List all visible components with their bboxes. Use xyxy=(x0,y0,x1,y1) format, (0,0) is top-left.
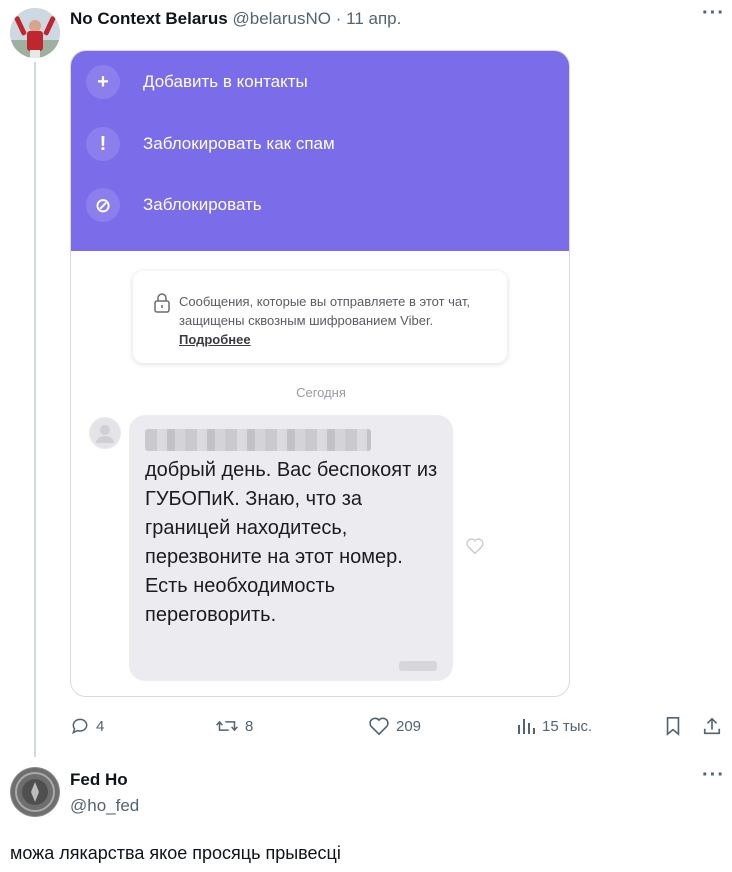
tweet-header: No Context Belarus @belarusNO · 11 апр. xyxy=(70,9,401,29)
repost-icon xyxy=(216,720,238,732)
message-bubble: добрый день. Вас беспокоят из ГУБОПиК. З… xyxy=(129,415,453,681)
view-count: 15 тыс. xyxy=(542,717,593,735)
repost-button[interactable]: 8 xyxy=(215,714,253,738)
exclamation-icon: ! xyxy=(86,127,120,161)
share-button[interactable] xyxy=(702,714,728,738)
author-avatar[interactable] xyxy=(10,8,60,58)
menu-item-label: Заблокировать xyxy=(143,195,262,214)
reply-icon xyxy=(72,718,88,735)
repost-count: 8 xyxy=(245,717,254,735)
like-count: 209 xyxy=(396,717,422,735)
separator-dot: · xyxy=(335,9,342,28)
tweet-media-image[interactable]: + Добавить в контакты ! Заблокировать ка… xyxy=(70,50,570,697)
tweet-date[interactable]: 11 апр. xyxy=(346,9,401,28)
block-icon: ⊘ xyxy=(86,188,120,222)
date-divider: Сегодня xyxy=(296,385,346,400)
blurred-sender-name xyxy=(145,429,371,451)
more-horizontal-icon[interactable]: ··· xyxy=(702,764,725,787)
reply-author-avatar[interactable] xyxy=(10,767,60,817)
share-icon xyxy=(703,717,721,735)
encryption-text-body: Сообщения, которые вы отправляете в этот… xyxy=(179,294,470,328)
reply-author-name[interactable]: Fed Ho xyxy=(70,770,128,790)
person-icon xyxy=(96,425,114,443)
encryption-notice: Сообщения, которые вы отправляете в этот… xyxy=(133,271,507,363)
author-name[interactable]: No Context Belarus xyxy=(70,9,228,28)
plus-icon: + xyxy=(86,65,120,99)
views-button[interactable]: 15 тыс. xyxy=(516,714,592,738)
menu-item-block: ⊘ Заблокировать xyxy=(71,177,569,233)
heart-outline-icon xyxy=(466,538,484,555)
bookmark-icon xyxy=(666,717,680,736)
encryption-text: Сообщения, которые вы отправляете в этот… xyxy=(179,292,499,349)
learn-more-link: Подробнее xyxy=(179,332,251,347)
bookmark-button[interactable] xyxy=(664,714,688,738)
analytics-icon xyxy=(518,719,535,734)
lock-icon xyxy=(154,293,170,313)
reply-count: 4 xyxy=(96,717,105,735)
reply-author-handle[interactable]: @ho_fed xyxy=(70,796,139,816)
message-text: добрый день. Вас беспокоят из ГУБОПиК. З… xyxy=(145,459,438,626)
menu-item-add-contact: + Добавить в контакты xyxy=(71,54,569,110)
more-horizontal-icon[interactable]: ··· xyxy=(702,2,725,25)
like-button[interactable]: 209 xyxy=(368,714,421,738)
thread-connector-line xyxy=(34,62,36,757)
reply-button[interactable]: 4 xyxy=(70,714,104,738)
menu-item-label: Заблокировать как спам xyxy=(143,134,335,153)
menu-item-label: Добавить в контакты xyxy=(143,72,308,91)
blurred-timestamp xyxy=(399,661,437,671)
reply-text: можа лякарства якое просяць прывесці xyxy=(10,843,341,863)
menu-item-block-spam: ! Заблокировать как спам xyxy=(71,116,569,172)
viber-unknown-contact-menu: + Добавить в контакты ! Заблокировать ка… xyxy=(71,51,569,251)
heart-icon xyxy=(369,717,389,736)
author-handle[interactable]: @belarusNO xyxy=(232,9,331,28)
contact-avatar xyxy=(89,417,121,449)
